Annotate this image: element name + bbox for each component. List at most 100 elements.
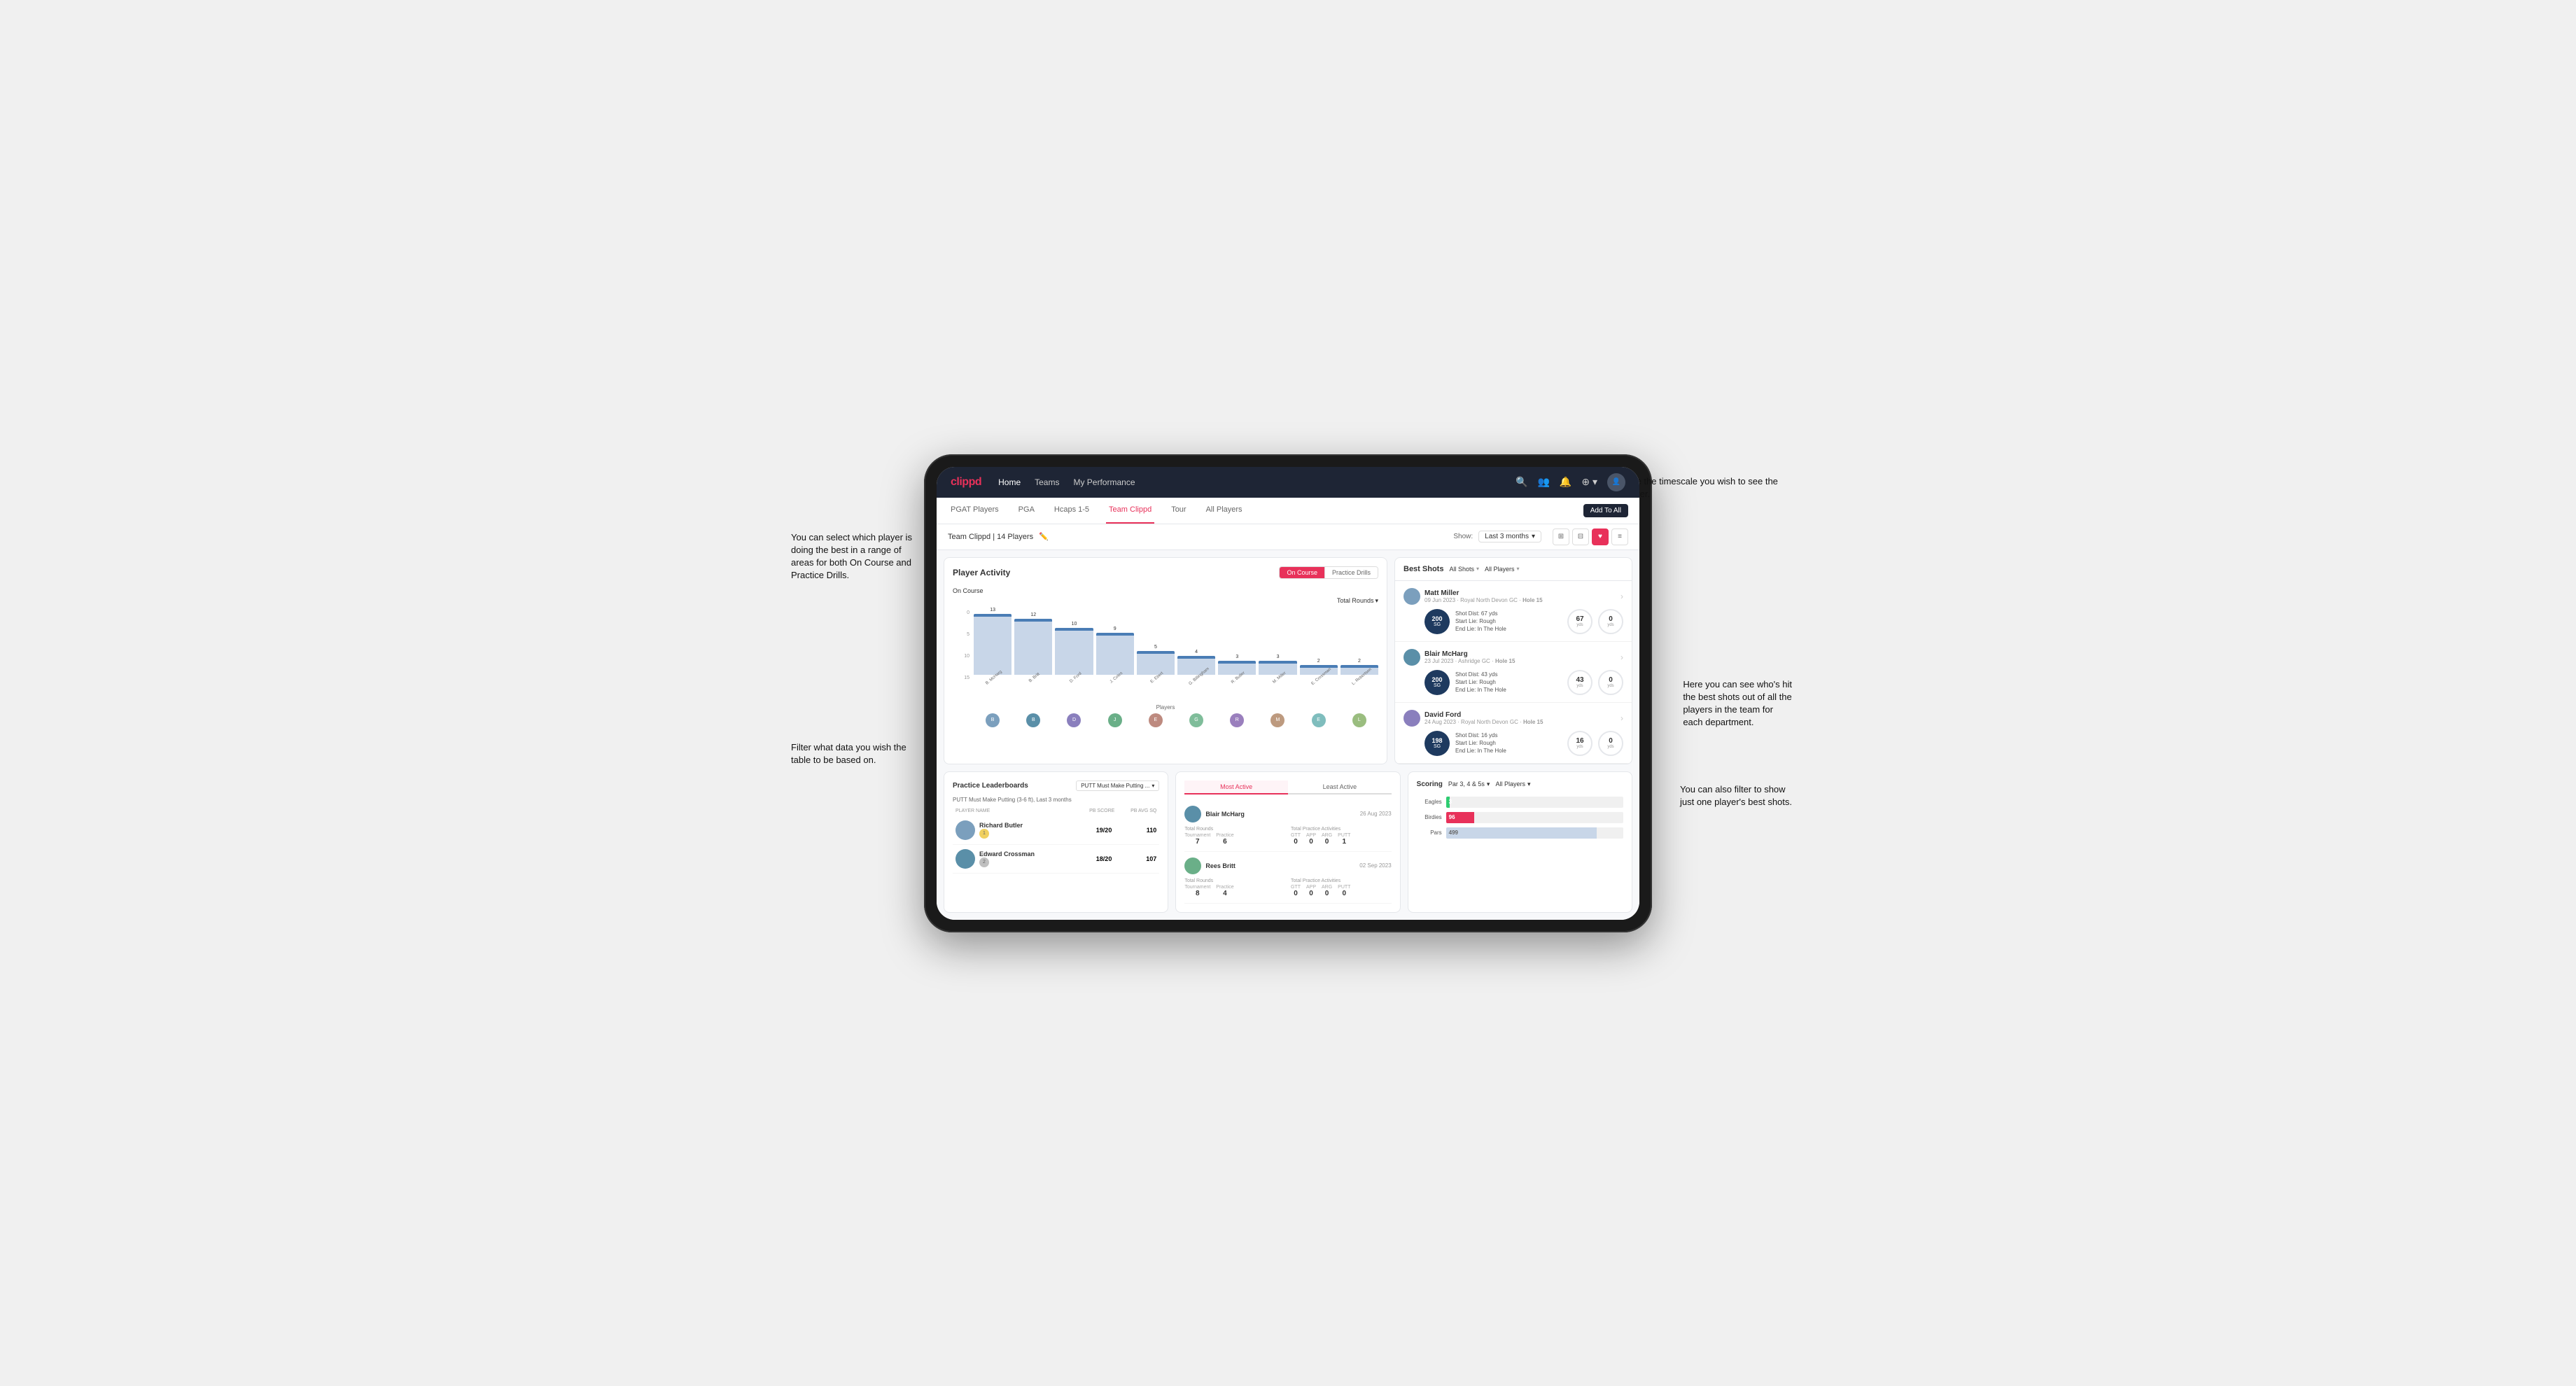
practice-dropdown[interactable]: PUTT Must Make Putting ... ▾ (1076, 780, 1159, 791)
bar-label-top: 3 (1277, 654, 1280, 659)
tab-pgat[interactable]: PGAT Players (948, 498, 1002, 524)
player-meta: 24 Aug 2023 · Royal North Devon GC · Hol… (1424, 719, 1616, 725)
bar[interactable] (1340, 665, 1378, 674)
player-activity-card: Player Activity On Course Practice Drill… (944, 557, 1387, 764)
bar[interactable] (1259, 661, 1296, 675)
page-wrapper: Choose the timescale you wish to see the… (798, 454, 1778, 932)
stat-circle-2: 0 yds (1598, 731, 1623, 756)
arg-stat: ARG 0 (1322, 833, 1332, 846)
annotation-filter: Filter what data you wish the table to b… (791, 741, 906, 766)
app-value: 0 (1309, 890, 1313, 897)
bar[interactable] (1014, 619, 1052, 675)
nav-teams[interactable]: Teams (1035, 477, 1059, 487)
edit-icon[interactable]: ✏️ (1039, 532, 1049, 541)
player-avatar-4[interactable]: E (1149, 713, 1163, 727)
tablet-screen: clippd Home Teams My Performance 🔍 👥 🔔 ⊕… (937, 467, 1639, 920)
tab-team-clippd[interactable]: Team Clippd (1106, 498, 1154, 524)
player-info: David Ford 24 Aug 2023 · Royal North Dev… (1424, 711, 1616, 725)
bar[interactable] (1055, 628, 1093, 675)
search-button[interactable]: 🔍 (1516, 476, 1527, 488)
scoring-label-pars: Pars (1417, 830, 1442, 836)
shot-stat-1: 43 yds (1567, 670, 1592, 695)
scoring-label-birdies: Birdies (1417, 814, 1442, 820)
bar-label-top: 2 (1317, 659, 1320, 664)
view-grid3-button[interactable]: ⊟ (1572, 528, 1589, 545)
add-team-button[interactable]: Add To All (1583, 504, 1628, 517)
player-avatar-9[interactable]: L (1352, 713, 1366, 727)
most-active-tab[interactable]: Most Active (1184, 780, 1288, 794)
shot-item-1[interactable]: Blair McHarg 23 Jul 2023 · Ashridge GC ·… (1395, 642, 1632, 703)
view-heart-button[interactable]: ♥ (1592, 528, 1609, 545)
on-course-toggle[interactable]: On Course (1280, 567, 1325, 578)
view-grid2-button[interactable]: ⊞ (1553, 528, 1569, 545)
bar[interactable] (974, 614, 1011, 675)
shot-badge: 200 SG (1424, 609, 1450, 634)
scoring-arrow2-icon: ▾ (1527, 780, 1531, 788)
bar-chart: 15 10 5 0 13 B. McHarg 12 B. Britt 10 (953, 610, 1378, 694)
bar-highlight (1055, 628, 1093, 631)
bar-label-top: 9 (1114, 626, 1116, 631)
bar[interactable] (1137, 651, 1175, 674)
practice-drills-toggle[interactable]: Practice Drills (1325, 567, 1378, 578)
tab-pga[interactable]: PGA (1016, 498, 1037, 524)
bottom-grid: Practice Leaderboards PUTT Must Make Put… (937, 771, 1639, 920)
player-avatar-3[interactable]: J (1108, 713, 1122, 727)
nav-my-performance[interactable]: My Performance (1073, 477, 1135, 487)
practice-value: 4 (1223, 890, 1227, 897)
badge-sub: SG (1434, 622, 1441, 627)
bell-button[interactable]: 🔔 (1560, 476, 1572, 488)
bar[interactable] (1177, 656, 1215, 675)
shot-item-0[interactable]: Matt Miller 09 Jun 2023 · Royal North De… (1395, 581, 1632, 642)
tab-hcaps[interactable]: Hcaps 1-5 (1051, 498, 1092, 524)
arg-value: 0 (1325, 890, 1329, 897)
bar[interactable] (1096, 633, 1134, 675)
y-label-15: 15 (953, 676, 969, 680)
gtt-stat: GTT 0 (1291, 833, 1301, 846)
scoring-bar-bg-eagles: 3 (1446, 797, 1623, 808)
bar-label-top: 13 (990, 608, 995, 612)
practice-player: Richard Butler 1 (955, 820, 1067, 840)
player-avatar-1[interactable]: B (1026, 713, 1040, 727)
show-dropdown[interactable]: Last 3 months ▾ (1478, 531, 1541, 542)
add-button[interactable]: ⊕ ▾ (1581, 476, 1597, 488)
scoring-filter2[interactable]: All Players ▾ (1495, 780, 1530, 788)
bar-group-3: 9 J. Coles (1096, 626, 1134, 680)
player-avatar-5[interactable]: G (1189, 713, 1203, 727)
nav-home[interactable]: Home (998, 477, 1021, 487)
total-rounds-title: Total Rounds (1184, 878, 1285, 883)
least-active-tab[interactable]: Least Active (1288, 780, 1392, 794)
shot-details: 200 SG Shot Dist: 43 ydsStart Lie: Rough… (1404, 670, 1623, 695)
bar[interactable] (1218, 661, 1256, 675)
chart-dropdown[interactable]: Total Rounds ▾ (1337, 597, 1378, 605)
player-avatar-0[interactable]: B (986, 713, 1000, 727)
x-axis-label: Players (953, 704, 1378, 710)
stat-circle-1: 43 yds (1567, 670, 1592, 695)
shot-item-header: Matt Miller 09 Jun 2023 · Royal North De… (1404, 588, 1623, 605)
tab-all-players[interactable]: All Players (1203, 498, 1245, 524)
team-header: Team Clippd | 14 Players ✏️ Show: Last 3… (937, 524, 1639, 550)
best-shots-title: Best Shots (1404, 565, 1443, 573)
users-button[interactable]: 👥 (1537, 476, 1549, 488)
stat-unit-2: yds (1607, 745, 1614, 749)
practice-row-1: Edward Crossman 2 18/20 107 (953, 845, 1159, 874)
stat-circle-2: 0 yds (1598, 670, 1623, 695)
scoring-row-pars: Pars 499 (1417, 827, 1623, 839)
annotation-player-select: You can select which player is doing the… (791, 531, 912, 582)
toggle-group: On Course Practice Drills (1279, 566, 1378, 579)
col-player-name: PLAYER NAME (955, 808, 1072, 813)
tournament-label: Tournament (1184, 833, 1210, 838)
shot-item-2[interactable]: David Ford 24 Aug 2023 · Royal North Dev… (1395, 703, 1632, 764)
view-list-button[interactable]: ≡ (1611, 528, 1628, 545)
all-players-dropdown[interactable]: All Players ▾ (1485, 566, 1520, 573)
active-player-header: Blair McHarg 26 Aug 2023 (1184, 806, 1391, 822)
annotation-player-filter: You can also filter to show just one pla… (1680, 783, 1792, 808)
player-avatar-8[interactable]: E (1312, 713, 1326, 727)
content-area: PGAT Players PGA Hcaps 1-5 Team Clippd T… (937, 498, 1639, 920)
tab-tour[interactable]: Tour (1168, 498, 1189, 524)
player-avatar-2[interactable]: D (1067, 713, 1081, 727)
avatar[interactable]: 👤 (1607, 473, 1625, 491)
player-avatar-6[interactable]: R (1230, 713, 1244, 727)
player-avatar-7[interactable]: M (1270, 713, 1284, 727)
scoring-filter1[interactable]: Par 3, 4 & 5s ▾ (1448, 780, 1490, 788)
all-shots-dropdown[interactable]: All Shots ▾ (1449, 566, 1479, 573)
